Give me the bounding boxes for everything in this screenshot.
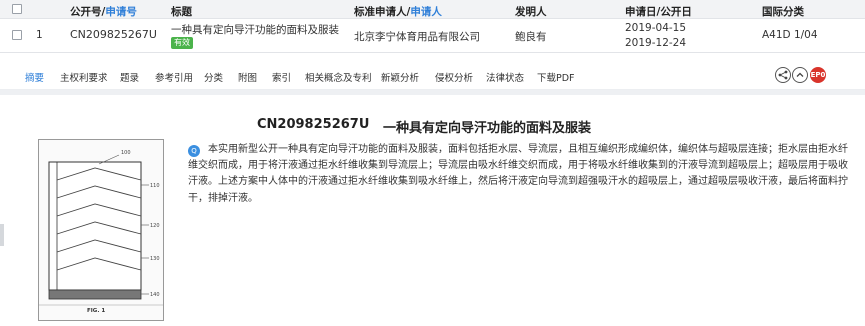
detail-pub-no: CN209825267U (257, 117, 370, 132)
row-pub-no-link[interactable]: CN209825267U (70, 28, 157, 41)
section-divider (0, 90, 865, 95)
header-title: 标题 (171, 6, 192, 18)
tab-novelty-analysis[interactable]: 新颖分析 (381, 70, 419, 84)
tab-bibliography[interactable]: 题录 (120, 70, 139, 84)
header-date: 申请日/公开日 (625, 6, 692, 18)
ep-family-badge[interactable]: EP0 (810, 67, 826, 83)
detail-title: 一种具有定向导汗功能的面料及服装 (383, 121, 592, 136)
header-ipc: 国际分类 (762, 6, 804, 18)
patent-result-page: 公开号/申请号 标题 标准申请人/申请人 发明人 申请日/公开日 国际分类 1 … (0, 0, 865, 326)
tab-related-concepts[interactable]: 相关概念及专利 (305, 70, 372, 84)
header-inventor: 发明人 (515, 6, 547, 18)
side-scroll-handle[interactable] (0, 224, 4, 246)
row-pub-date: 2019-12-24 (625, 37, 687, 49)
patent-figure[interactable]: 100 110 120 130 140 FIG. 1 (38, 139, 164, 321)
row-inventor[interactable]: 鲍良有 (515, 29, 547, 44)
status-badge: 有效 (171, 37, 193, 49)
header-std-applicant-label: 标准申请人/ (354, 6, 411, 18)
row-index: 1 (36, 29, 43, 41)
tab-download-pdf[interactable]: 下载PDF (537, 70, 575, 84)
row-applicant[interactable]: 北京李宁体育用品有限公司 (354, 29, 480, 44)
header-applicant-label: 申请人 (410, 6, 442, 18)
abstract-text: Q 本实用新型公开一种具有定向导汗功能的面料及服装，面料包括拒水层、导流层，且相互… (188, 142, 852, 207)
figure-ref-label: 130 (150, 256, 160, 262)
row-app-date: 2019-04-15 (625, 22, 687, 34)
table-row[interactable]: 1 CN209825267U 一种具有定向导汗功能的面料及服装 有效 北京李宁体… (0, 19, 865, 53)
row-title[interactable]: 一种具有定向导汗功能的面料及服装 (171, 22, 339, 37)
abstract-panel: CN209825267U 一种具有定向导汗功能的面料及服装 100 110 12… (4, 96, 861, 324)
tab-index[interactable]: 索引 (272, 70, 291, 84)
figure-ref-label: 110 (150, 183, 160, 189)
abstract-body: 本实用新型公开一种具有定向导汗功能的面料及服装，面料包括拒水层、导流层，且相互编… (188, 144, 848, 204)
figure-ref-label: 100 (121, 150, 131, 156)
tab-infringement-analysis[interactable]: 侵权分析 (435, 70, 473, 84)
row-ipc: A41D 1/04 (762, 29, 818, 41)
detail-tabs: 摘要 主权利要求 题录 参考引用 分类 附图 索引 相关概念及专利 新颖分析 侵… (0, 60, 865, 93)
table-header: 公开号/申请号 标题 标准申请人/申请人 发明人 申请日/公开日 国际分类 (0, 0, 865, 19)
tab-references[interactable]: 参考引用 (155, 70, 193, 84)
figure-ref-label: 120 (150, 223, 160, 229)
tab-classification[interactable]: 分类 (204, 70, 223, 84)
tab-main-claim[interactable]: 主权利要求 (60, 70, 108, 84)
tab-abstract[interactable]: 摘要 (25, 70, 45, 93)
header-pub-no-label: 公开号/ (70, 6, 106, 18)
select-all-checkbox[interactable] (12, 4, 22, 14)
tab-drawings[interactable]: 附图 (238, 70, 257, 84)
header-applicant[interactable]: 标准申请人/申请人 (354, 4, 442, 19)
tab-legal-status[interactable]: 法律状态 (486, 70, 524, 84)
figure-caption: FIG. 1 (87, 308, 105, 314)
search-icon[interactable]: Q (188, 145, 200, 157)
figure-ref-label: 140 (150, 292, 160, 298)
share-icon[interactable] (775, 67, 791, 83)
row-checkbox[interactable] (12, 30, 22, 40)
header-app-no-label: 申请号 (105, 6, 137, 18)
header-pub-no[interactable]: 公开号/申请号 (70, 4, 137, 19)
collapse-up-icon[interactable] (792, 67, 808, 83)
